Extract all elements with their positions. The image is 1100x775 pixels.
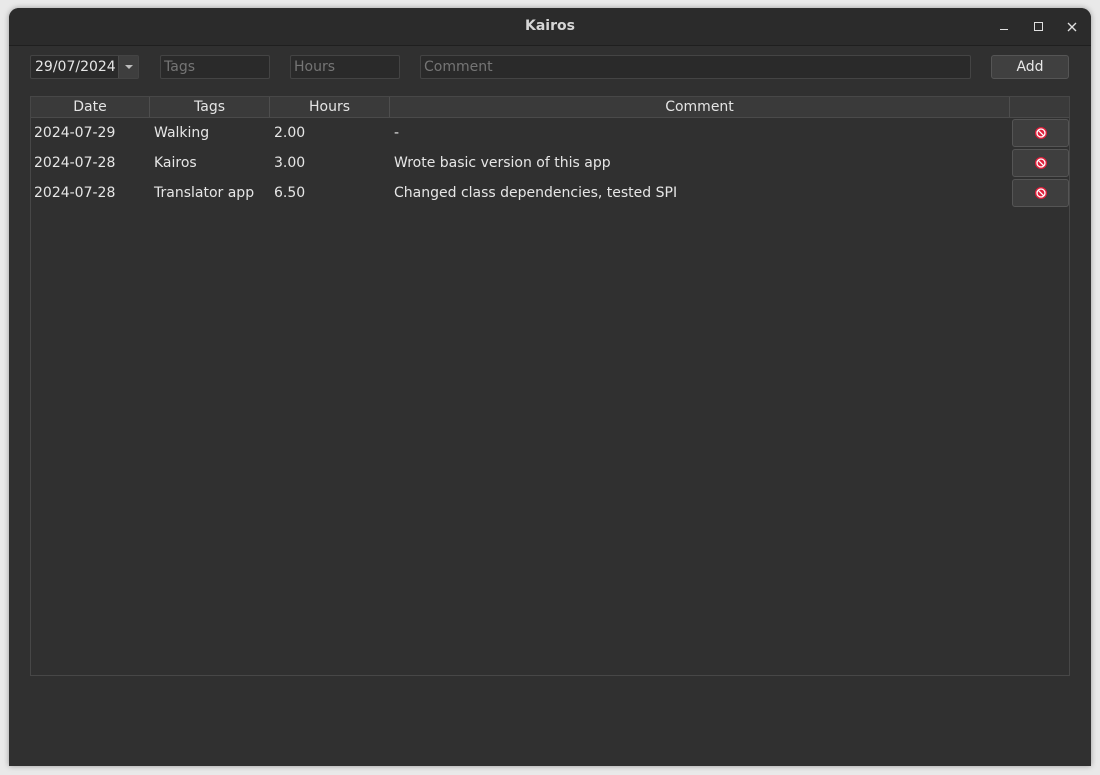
table-header: Date Tags Hours Comment (31, 97, 1069, 118)
window-title: Kairos (525, 18, 575, 34)
cell-date: 2024-07-29 (34, 125, 116, 141)
cell-comment: Changed class dependencies, tested SPI (394, 185, 678, 201)
hours-field[interactable] (290, 55, 400, 79)
date-value[interactable]: 29/07/2024 (35, 56, 116, 78)
cell-tags: Walking (154, 125, 210, 141)
date-dropdown-button[interactable] (118, 56, 138, 78)
table-row[interactable]: 2024-07-28 Translator app 6.50 Changed c… (31, 178, 1069, 208)
close-button[interactable] (1061, 16, 1083, 38)
column-header-hours[interactable]: Hours (270, 97, 390, 117)
column-header-action[interactable] (1010, 97, 1069, 117)
table-row[interactable]: 2024-07-28 Kairos 3.00 Wrote basic versi… (31, 148, 1069, 178)
cell-date: 2024-07-28 (34, 185, 116, 201)
chevron-down-icon (125, 65, 133, 69)
comment-input[interactable] (421, 56, 970, 78)
column-header-comment[interactable]: Comment (390, 97, 1010, 117)
table-row[interactable]: 2024-07-29 Walking 2.00 - (31, 118, 1069, 148)
tags-field[interactable] (160, 55, 270, 79)
tags-input[interactable] (161, 56, 269, 78)
minimize-icon (1000, 29, 1008, 30)
cell-comment: - (394, 125, 400, 141)
cell-hours: 3.00 (274, 155, 306, 171)
add-button[interactable]: Add (991, 55, 1069, 79)
app-window: Kairos 29/07/2024 Add Date Tags (9, 8, 1091, 766)
no-entry-icon (1035, 187, 1047, 199)
delete-row-button[interactable] (1012, 149, 1069, 177)
comment-field[interactable] (420, 55, 971, 79)
close-icon (1067, 22, 1077, 32)
no-entry-icon (1035, 157, 1047, 169)
date-picker[interactable]: 29/07/2024 (30, 55, 139, 79)
title-bar[interactable]: Kairos (9, 8, 1091, 46)
cell-comment: Wrote basic version of this app (394, 155, 611, 171)
cell-hours: 2.00 (274, 125, 306, 141)
hours-input[interactable] (291, 56, 399, 78)
maximize-icon (1034, 22, 1043, 31)
cell-date: 2024-07-28 (34, 155, 116, 171)
no-entry-icon (1035, 127, 1047, 139)
cell-tags: Kairos (154, 155, 197, 171)
cell-tags: Translator app (154, 185, 255, 201)
minimize-button[interactable] (993, 16, 1015, 38)
cell-hours: 6.50 (274, 185, 306, 201)
delete-row-button[interactable] (1012, 179, 1069, 207)
entries-table: Date Tags Hours Comment 2024-07-29 Walki… (30, 96, 1070, 676)
column-header-date[interactable]: Date (31, 97, 150, 117)
maximize-button[interactable] (1027, 16, 1049, 38)
delete-row-button[interactable] (1012, 119, 1069, 147)
column-header-tags[interactable]: Tags (150, 97, 270, 117)
